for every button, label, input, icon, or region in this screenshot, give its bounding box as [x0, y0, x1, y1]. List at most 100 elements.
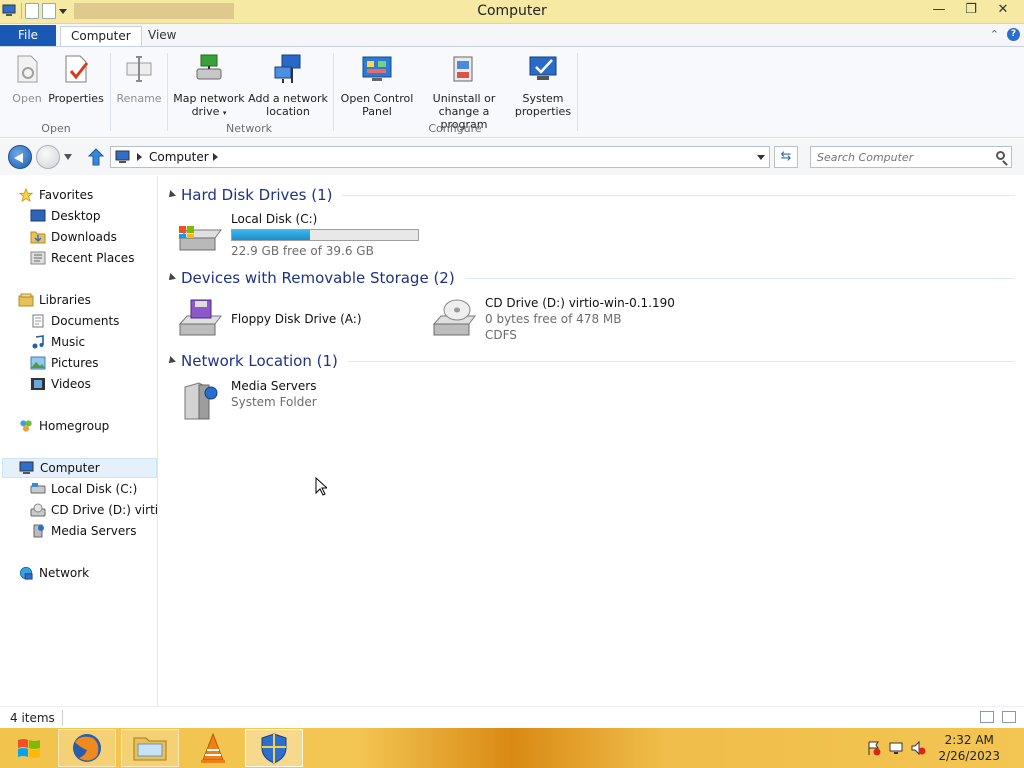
nav-desktop[interactable]: Desktop — [30, 206, 101, 226]
tab-file[interactable]: File — [0, 25, 56, 46]
action-center-flag-icon[interactable] — [866, 740, 882, 756]
pictures-icon — [30, 356, 46, 370]
music-icon — [32, 335, 44, 349]
group-label-open: Open — [41, 122, 71, 135]
group-label-network: Network — [226, 122, 272, 135]
drive-cd[interactable]: CD Drive (D:) virtio-win-0.1.190 0 bytes… — [431, 296, 691, 346]
mouse-cursor-icon — [315, 477, 327, 496]
clock-date: 2/26/2023 — [938, 749, 1000, 763]
taskbar-security-center[interactable] — [245, 729, 303, 767]
system-properties-icon — [529, 56, 557, 80]
back-button[interactable] — [8, 145, 32, 169]
drive-free-space: 22.9 GB free of 39.6 GB — [231, 244, 374, 258]
nav-favorites[interactable]: Favorites — [18, 185, 93, 205]
properties-button[interactable]: Properties — [48, 53, 104, 105]
collapse-ribbon-icon[interactable]: ⌃ — [990, 28, 999, 41]
uninstall-program-button[interactable]: Uninstall or change a program — [416, 53, 512, 131]
drive-floppy[interactable]: Floppy Disk Drive (A:) — [177, 296, 417, 346]
up-arrow-icon[interactable] — [88, 148, 104, 166]
system-properties-button[interactable]: System properties — [514, 53, 572, 118]
nav-local-disk[interactable]: Local Disk (C:) — [30, 479, 137, 499]
ribbon: Open Properties Open Rename Map network … — [0, 46, 1024, 138]
vlc-icon — [201, 732, 225, 763]
add-network-location-button[interactable]: Add a network location — [248, 53, 328, 118]
floppy-drive-icon — [178, 299, 222, 336]
network-tray-icon[interactable] — [888, 740, 904, 756]
minimize-button[interactable]: — — [924, 0, 954, 20]
drive-filesystem: CDFS — [485, 328, 517, 342]
drive-name: CD Drive (D:) virtio-win-0.1.190 — [485, 296, 675, 310]
nav-recent-places[interactable]: Recent Places — [30, 248, 134, 268]
taskbar-file-explorer[interactable] — [121, 729, 179, 767]
nav-homegroup[interactable]: Homegroup — [18, 416, 109, 436]
address-bar: Computer ⇆ — [0, 139, 1024, 175]
collapse-triangle-icon[interactable] — [166, 273, 176, 283]
breadcrumb-arrow-icon[interactable] — [213, 153, 218, 161]
rename-icon — [126, 56, 152, 82]
details-view-button[interactable] — [980, 711, 994, 723]
nav-videos[interactable]: Videos — [30, 374, 91, 394]
nav-music[interactable]: Music — [30, 332, 85, 352]
computer-icon — [115, 150, 130, 163]
open-icon — [17, 55, 38, 83]
drive-local-disk[interactable]: Local Disk (C:) 22.9 GB free of 39.6 GB — [177, 212, 437, 262]
nav-documents[interactable]: Documents — [30, 311, 119, 331]
computer-icon — [19, 461, 34, 474]
refresh-button[interactable]: ⇆ — [774, 146, 798, 168]
nav-computer[interactable]: Computer — [2, 458, 157, 478]
start-button[interactable] — [4, 730, 54, 766]
volume-muted-icon[interactable] — [910, 740, 926, 756]
group-header-hard-disk-drives[interactable]: Hard Disk Drives (1) — [166, 185, 1015, 205]
disk-usage-bar — [231, 229, 419, 241]
taskbar: 2:32 AM 2/26/2023 — [0, 728, 1024, 768]
help-icon[interactable]: ? — [1007, 28, 1020, 41]
hard-drive-icon — [178, 226, 222, 251]
clock[interactable]: 2:32 AM 2/26/2023 — [938, 732, 1000, 764]
group-label-configure: Configure — [428, 122, 482, 135]
media-servers-item[interactable]: Media Servers System Folder — [177, 379, 377, 429]
collapse-triangle-icon[interactable] — [166, 356, 176, 366]
item-type: System Folder — [231, 395, 317, 409]
nav-cd-drive[interactable]: CD Drive (D:) virtio-w — [30, 500, 158, 520]
tab-view[interactable]: View — [138, 26, 186, 46]
breadcrumb[interactable]: Computer — [110, 146, 770, 168]
item-name: Media Servers — [231, 379, 317, 393]
network-icon — [19, 566, 33, 580]
open-button[interactable]: Open — [8, 53, 46, 105]
large-icons-view-button[interactable] — [1002, 711, 1016, 723]
recent-locations-dropdown[interactable] — [64, 154, 72, 160]
map-network-drive-button[interactable]: Map network drive ▾ — [172, 53, 246, 120]
star-icon — [18, 188, 34, 202]
search-input[interactable] — [811, 147, 986, 167]
search-icon[interactable] — [996, 151, 1005, 160]
group-separator — [577, 53, 578, 131]
media-server-icon — [33, 524, 44, 538]
disk-usage-fill — [232, 230, 311, 240]
taskbar-firefox[interactable] — [58, 729, 116, 767]
address-dropdown-icon[interactable] — [757, 155, 765, 160]
close-button[interactable]: ✕ — [988, 0, 1018, 20]
breadcrumb-arrow-icon[interactable] — [137, 153, 142, 161]
breadcrumb-computer[interactable]: Computer — [149, 150, 209, 164]
item-count: 4 items — [10, 711, 55, 725]
properties-icon — [65, 55, 89, 83]
nav-downloads[interactable]: Downloads — [30, 227, 117, 247]
taskbar-vlc[interactable] — [184, 729, 242, 767]
libraries-icon — [18, 293, 34, 307]
tab-computer[interactable]: Computer — [60, 26, 142, 46]
collapse-triangle-icon[interactable] — [166, 190, 176, 200]
rename-button[interactable]: Rename — [115, 53, 163, 105]
control-panel-icon — [362, 56, 392, 81]
search-box[interactable] — [810, 146, 1012, 168]
forward-button[interactable] — [36, 145, 60, 169]
group-header-network-location[interactable]: Network Location (1) — [166, 351, 1015, 371]
group-header-removable-storage[interactable]: Devices with Removable Storage (2) — [166, 268, 1015, 288]
uninstall-icon — [453, 56, 473, 82]
nav-network[interactable]: Network — [18, 563, 89, 583]
open-control-panel-button[interactable]: Open Control Panel — [340, 53, 414, 118]
drive-free-space: 0 bytes free of 478 MB — [485, 312, 622, 326]
nav-media-servers[interactable]: Media Servers — [30, 521, 136, 541]
nav-libraries[interactable]: Libraries — [18, 290, 91, 310]
maximize-button[interactable]: ❐ — [956, 0, 986, 20]
nav-pictures[interactable]: Pictures — [30, 353, 99, 373]
